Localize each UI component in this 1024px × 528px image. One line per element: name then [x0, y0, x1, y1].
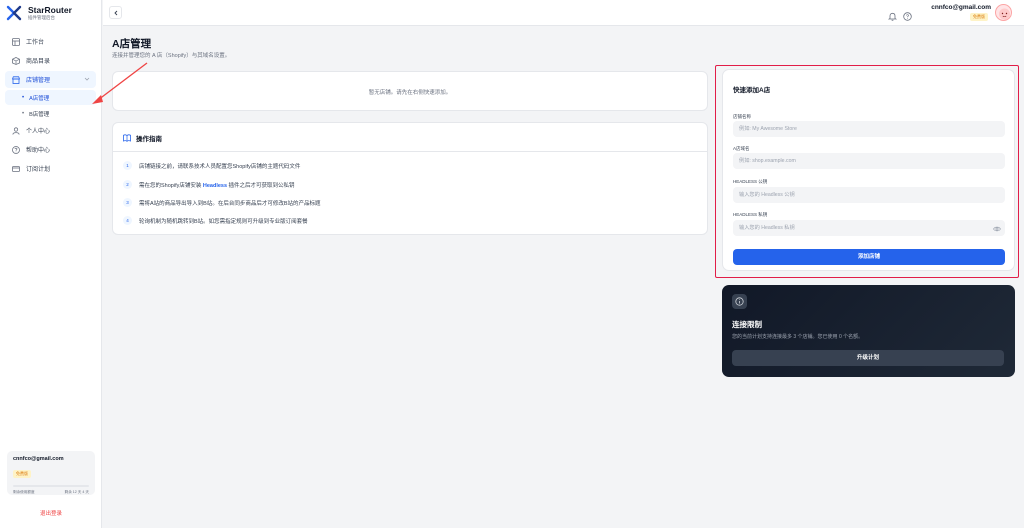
brand-name: StarRouter — [28, 5, 72, 15]
brand-subtitle: 插件管理后台 — [28, 15, 55, 20]
guide-header: 操作指南 — [123, 133, 162, 143]
sidebar-subitem-b-store[interactable]: • B店管理 — [5, 106, 96, 121]
bullet-dot-icon: • — [22, 110, 25, 117]
guide-step: 2 需在您的Shopify店铺安装 Headless 插件之后才可获取到公私钥 — [123, 180, 295, 189]
sidebar-item-profile[interactable]: 个人中心 — [5, 122, 96, 139]
sidebar-item-label: 个人中心 — [26, 129, 51, 135]
plan-badge: 免费版 — [13, 470, 31, 478]
sidebar-subitem-label: A店管理 — [29, 95, 50, 102]
guide-step: 3 需将A站的商品导出导入到B站。在后台同步商品后才可修改B站的产品标题 — [123, 198, 321, 207]
store-list-card: 暂无店铺。请先在右侧快速添加。 — [112, 71, 708, 111]
help-icon — [12, 145, 20, 154]
topbar: cnnfco@gmail.com 免费版 — [103, 0, 1024, 26]
sidebar-item-catalog[interactable]: 商品目录 — [5, 52, 96, 69]
sidebar-item-label: 店铺管理 — [26, 78, 51, 84]
sidebar-subitem-label: B店管理 — [29, 111, 50, 118]
avatar[interactable] — [995, 4, 1012, 21]
topbar-plan-badge: 免费版 — [970, 13, 988, 21]
step-number: 2 — [123, 180, 132, 189]
guide-step: 1 店铺链接之前，请联系技术人员配置您Shopify店铺的主题代码文件 — [123, 161, 300, 170]
info-icon — [732, 294, 747, 309]
user-email: cnnfco@gmail.com — [13, 456, 64, 462]
avatar-face-icon — [999, 8, 1010, 20]
step-text: 店铺链接之前，请联系技术人员配置您Shopify店铺的主题代码文件 — [139, 163, 301, 170]
user-icon — [12, 126, 20, 135]
upgrade-plan-button[interactable]: 升级计划 — [732, 350, 1004, 366]
sidebar-subitem-a-store[interactable]: • A店管理 — [5, 90, 96, 105]
sidebar-item-subscription[interactable]: 订阅计划 — [5, 160, 96, 177]
usage-bar — [13, 485, 89, 487]
dashboard-icon — [12, 37, 20, 46]
bell-icon[interactable] — [887, 8, 898, 21]
sidebar-item-dashboard[interactable]: 工作台 — [5, 33, 96, 50]
guide-title: 操作指南 — [136, 136, 162, 143]
sidebar-item-label: 帮助中心 — [26, 148, 51, 154]
divider — [113, 151, 707, 152]
step-highlight: Headless — [202, 182, 228, 189]
chevron-left-icon — [113, 10, 117, 15]
box-icon — [12, 56, 20, 65]
empty-state-text: 暂无店铺。请先在右侧快速添加。 — [368, 90, 452, 96]
sidebar-item-store-management[interactable]: 店铺管理 — [5, 71, 96, 88]
step-number: 4 — [123, 216, 132, 225]
chevron-down-icon — [84, 76, 90, 82]
connection-limit-card: 连接限制 您的当前计划支持连接最多 3 个店铺。您已使用 0 个名额。 升级计划 — [722, 285, 1015, 377]
sidebar: StarRouter 插件管理后台 工作台 商品目录 店铺管理 • A店管理 •… — [0, 0, 102, 528]
sidebar-item-help[interactable]: 帮助中心 — [5, 141, 96, 158]
collapse-sidebar-button[interactable] — [109, 6, 122, 19]
usage-days: 剩余 12 天 4 天 — [64, 490, 89, 494]
guide-step: 4 轮询机制为随机跳转到B站。如您需指定规则可升级到专业版订阅套餐 — [123, 216, 308, 225]
step-text: 轮询机制为随机跳转到B站。如您需指定规则可升级到专业版订阅套餐 — [139, 218, 308, 225]
step-text: 需将A站的商品导出导入到B站。在后台同步商品后才可修改B站的产品标题 — [139, 200, 321, 207]
limit-title: 连接限制 — [732, 320, 762, 329]
step-number: 3 — [123, 198, 132, 207]
step-text-pre: 需在您的Shopify店铺安装 — [139, 182, 203, 189]
step-text-post: 插件之后才可获取到公私钥 — [227, 182, 295, 189]
page-subtitle: 连接并管理您的 A 店（Shopify）与其域名设置。 — [112, 53, 231, 59]
page-title: A店管理 — [112, 38, 152, 50]
sidebar-item-label: 订阅计划 — [26, 167, 51, 173]
store-icon — [12, 75, 20, 84]
sidebar-nav: 工作台 商品目录 店铺管理 • A店管理 • B店管理 个人中心 帮助中心 订阅… — [5, 33, 96, 179]
highlight-frame — [715, 65, 1019, 278]
usage-label: 剩余使用额度 — [13, 490, 35, 494]
book-icon — [123, 134, 131, 142]
step-number: 1 — [123, 161, 132, 170]
sidebar-item-label: 工作台 — [26, 40, 45, 46]
brand-logo[interactable]: StarRouter 插件管理后台 — [6, 5, 72, 21]
card-icon — [12, 165, 20, 173]
step-text: 需在您的Shopify店铺安装 Headless 插件之后才可获取到公私钥 — [139, 181, 295, 189]
sidebar-user-card: cnnfco@gmail.com 免费版 剩余使用额度 剩余 12 天 4 天 — [7, 451, 95, 495]
sidebar-item-label: 商品目录 — [26, 59, 51, 65]
guide-card: 操作指南 1 店铺链接之前，请联系技术人员配置您Shopify店铺的主题代码文件… — [112, 122, 708, 235]
star-router-logo-icon — [6, 5, 22, 21]
limit-description: 您的当前计划支持连接最多 3 个店铺。您已使用 0 个名额。 — [732, 334, 864, 340]
logout-button[interactable]: 退出登录 — [0, 509, 102, 517]
topbar-user-email[interactable]: cnnfco@gmail.com — [931, 4, 991, 11]
bullet-dot-icon: • — [22, 94, 25, 101]
help-circle-icon[interactable] — [903, 8, 912, 21]
